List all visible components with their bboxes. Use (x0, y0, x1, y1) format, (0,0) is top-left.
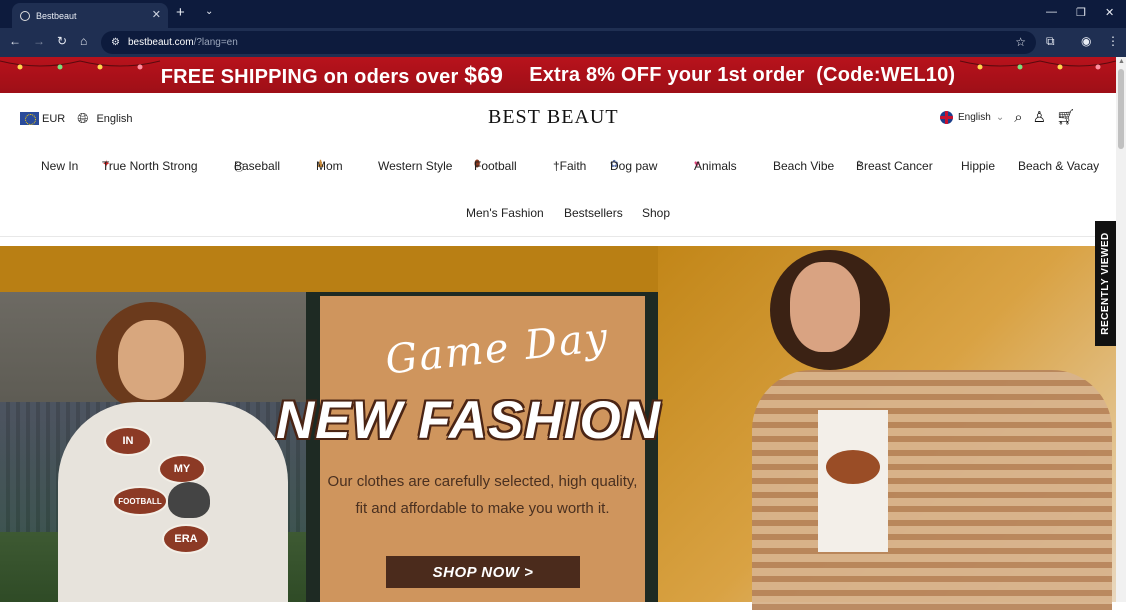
nav-item-beach-vacay[interactable]: Beach & Vacay (1018, 159, 1099, 173)
recently-viewed-tab[interactable]: RECENTLY VIEWED (1095, 221, 1116, 346)
home-icon[interactable]: ⌂ (80, 34, 87, 48)
language-selector-right[interactable]: English ⌄ (940, 110, 1005, 124)
site-favicon-icon (20, 10, 30, 21)
search-icon[interactable]: ⌕ (1014, 109, 1022, 126)
promo-banner[interactable]: FREE SHIPPING on oders over $69 Extra 8%… (0, 57, 1116, 93)
nav-item-new-in[interactable]: New In (41, 159, 78, 173)
close-window-icon[interactable]: ✕ (1105, 6, 1114, 19)
back-icon[interactable]: ← (9, 34, 21, 48)
cart-icon[interactable]: 🛒︎ (1056, 108, 1075, 126)
nav-item-hippie[interactable]: Hippie (961, 159, 995, 173)
hero-tagline: Our clothes are carefully selected, high… (327, 473, 638, 517)
extensions-icon[interactable]: ⧉ (1046, 34, 1055, 49)
discount-text: Extra 8% OFF your 1st order (Code:WEL10) (529, 63, 956, 86)
hero-headline: NEW FASHION (276, 391, 661, 450)
tab-search-icon[interactable]: ⌄ (205, 6, 213, 17)
restore-icon[interactable]: ❐ (1076, 6, 1086, 19)
currency-selector[interactable]: EUR (42, 113, 65, 125)
sweater-ball-in: IN (104, 426, 152, 456)
scrollbar-thumb[interactable] (1118, 69, 1124, 149)
url-path: /?lang=en (193, 37, 238, 48)
sweater-ball-football: FOOTBALL (112, 486, 168, 516)
plaid-shirt (752, 370, 1112, 610)
helmet-graphic (168, 482, 210, 518)
hero-photo-left: IN MY FOOTBALL ERA (0, 292, 306, 602)
globe-icon[interactable]: 🌐︎ (77, 110, 88, 127)
locale-selectors: EUR 🌐︎ English (20, 110, 133, 127)
page-scrollbar[interactable]: ▲ (1116, 57, 1126, 602)
minimize-icon[interactable]: — (1046, 6, 1057, 18)
browser-tab-bar: Bestbeaut ✕ + ⌄ — ❐ ✕ (0, 0, 1126, 28)
scroll-up-icon[interactable]: ▲ (1118, 58, 1125, 65)
language-label: English (958, 111, 991, 123)
close-tab-icon[interactable]: ✕ (152, 8, 161, 21)
header-actions: English ⌄ ⌕ ♙ 🛒︎ (940, 108, 1075, 126)
forward-icon[interactable]: → (33, 34, 45, 48)
free-shipping-text: FREE SHIPPING on oders over $69 (160, 61, 504, 88)
uk-flag-icon (940, 110, 953, 124)
model-right-face (790, 262, 860, 352)
language-selector-left[interactable]: English (96, 113, 132, 125)
nav-item-western-style[interactable]: Western Style (378, 159, 452, 173)
reload-icon[interactable]: ↻ (57, 34, 67, 48)
bookmark-star-icon[interactable]: ☆ (1015, 35, 1026, 49)
crop-top-football (826, 450, 880, 484)
nav-item-shop[interactable]: Shop (642, 206, 670, 220)
sweater-ball-my: MY (158, 454, 206, 484)
header-divider (0, 236, 1116, 237)
model-face (118, 320, 184, 400)
shop-now-button[interactable]: SHOP NOW > (386, 556, 580, 588)
sweater-ball-era: ERA (162, 524, 210, 554)
site-logo[interactable]: BEST BEAUT (488, 106, 619, 129)
new-tab-icon[interactable]: + (176, 4, 185, 21)
url-host: bestbeaut.com (127, 37, 194, 48)
eu-flag-icon[interactable] (20, 112, 39, 125)
recently-viewed-label: RECENTLY VIEWED (1100, 232, 1111, 335)
nav-item-mens-fashion[interactable]: Men's Fashion (466, 206, 544, 220)
address-bar-row: ← → ↻ ⌂ ⚙ bestbeaut.com/?lang=en ☆ ⧉ ◉ ⋮ (0, 28, 1126, 57)
site-info-icon[interactable]: ⚙ (111, 37, 120, 48)
account-icon[interactable]: ♙ (1033, 108, 1046, 126)
browser-menu-icon[interactable]: ⋮ (1107, 34, 1119, 48)
nav-item-beach-vibe[interactable]: Beach Vibe (773, 159, 834, 173)
nav-item-faith[interactable]: †Faith (553, 159, 586, 173)
url-field[interactable]: ⚙ bestbeaut.com/?lang=en ☆ (101, 31, 1036, 54)
tab-title: Bestbeaut (36, 10, 77, 21)
chevron-down-icon: ⌄ (995, 111, 1005, 123)
browser-tab[interactable]: Bestbeaut ✕ (12, 3, 168, 28)
nav-item-bestsellers[interactable]: Bestsellers (564, 206, 623, 220)
profile-icon[interactable]: ◉ (1081, 34, 1091, 48)
